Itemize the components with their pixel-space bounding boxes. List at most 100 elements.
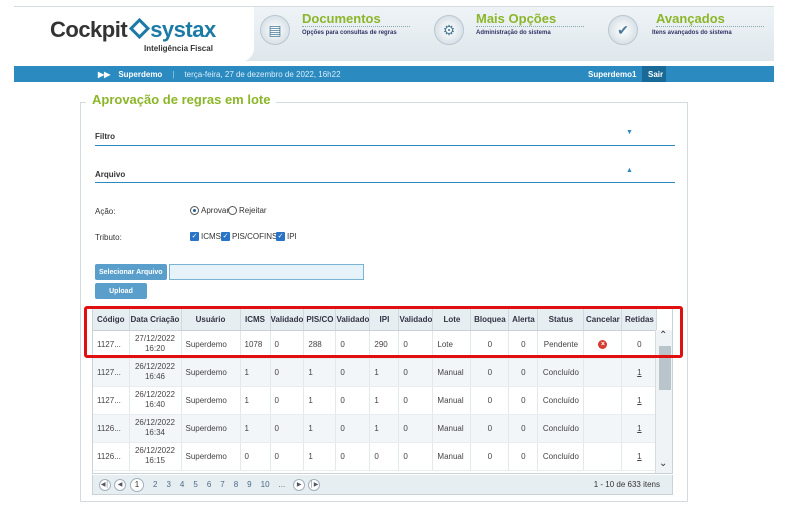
prev-page-icon[interactable]: ◀ — [114, 478, 126, 491]
column-header[interactable]: Cancelar — [583, 309, 623, 331]
cell-lote: Manual — [432, 358, 472, 387]
cell-alerta: 0 — [508, 386, 539, 415]
column-header[interactable]: Validado — [335, 309, 371, 331]
cell-status: Concluído — [537, 358, 585, 387]
gear-icon: ⚙ — [434, 15, 464, 45]
column-header[interactable]: Alerta — [508, 309, 539, 331]
cell-alerta: 0 — [508, 330, 539, 359]
cell-date: 27/12/2022 — [134, 334, 176, 343]
results-grid: Código Data Criação Usuário ICMS Validad… — [92, 308, 673, 474]
user-account[interactable]: Superdemo1 — [588, 70, 636, 79]
first-page-icon[interactable]: ◀│ — [99, 478, 111, 491]
retidas-link[interactable]: 1 — [621, 358, 658, 387]
cancel-icon[interactable]: × — [598, 340, 608, 349]
status-bar: ▶▶ Superdemo | terça-feira, 27 de dezemb… — [14, 66, 774, 82]
cell-icms: 1 — [240, 414, 271, 443]
next-page-icon[interactable]: ▶ — [293, 478, 306, 491]
column-header[interactable]: PIS/CO — [303, 309, 337, 331]
cell-pis: 1 — [303, 442, 337, 471]
section-divider — [95, 145, 675, 146]
table-row[interactable]: 1127... 26/12/2022 16:40 Superdemo 1 0 1 … — [93, 386, 658, 415]
column-header[interactable]: Retidas — [621, 309, 658, 331]
radio-selected-icon[interactable] — [190, 206, 199, 215]
column-header[interactable]: Data Criação — [129, 309, 182, 331]
page-ellipsis[interactable]: ... — [279, 480, 286, 489]
filtro-section-header[interactable]: Filtro — [95, 132, 115, 141]
chevron-up-icon[interactable]: ▲ — [626, 167, 633, 174]
table-row[interactable]: 1126... 26/12/2022 16:15 Superdemo 0 0 1 … — [93, 442, 658, 471]
column-header[interactable]: Bloquea — [470, 309, 510, 331]
page-link[interactable]: 8 — [234, 480, 238, 489]
arquivo-section-header[interactable]: Arquivo — [95, 170, 125, 179]
cell-usuario: Superdemo — [181, 330, 241, 359]
page-current[interactable]: 1 — [130, 477, 144, 492]
page-link[interactable]: 3 — [166, 480, 170, 489]
radio-rejeitar[interactable]: Rejeitar — [228, 206, 267, 215]
radio-unselected-icon[interactable] — [228, 206, 237, 215]
cell-alerta: 0 — [508, 442, 539, 471]
checkbox-icms[interactable]: ✓ ICMS — [190, 232, 221, 241]
page-link[interactable]: 7 — [220, 480, 224, 489]
cell-icms: 1 — [240, 386, 271, 415]
cell-validado: 0 — [398, 386, 434, 415]
column-header[interactable]: ICMS — [240, 309, 271, 331]
page-link[interactable]: 2 — [153, 480, 157, 489]
page-link[interactable]: 6 — [207, 480, 211, 489]
column-header[interactable]: Status — [537, 309, 585, 331]
column-header[interactable]: Validado — [398, 309, 434, 331]
checkbox-checked-icon[interactable]: ✓ — [190, 232, 199, 241]
checkbox-checked-icon[interactable]: ✓ — [276, 232, 285, 241]
page-link[interactable]: 4 — [180, 480, 184, 489]
cell-time: 16:15 — [144, 456, 166, 465]
retidas-link[interactable]: 1 — [621, 414, 658, 443]
cell-status: Concluído — [537, 414, 585, 443]
column-header[interactable]: Lote — [432, 309, 472, 331]
table-row[interactable]: 1126... 26/12/2022 16:34 Superdemo 1 0 1 … — [93, 414, 658, 443]
column-header[interactable]: IPI — [369, 309, 400, 331]
logo[interactable]: Cockpit systax Inteligência Fiscal — [14, 7, 254, 62]
cell-date: 26/12/2022 — [134, 362, 176, 371]
retidas-link[interactable]: 1 — [621, 442, 658, 471]
cell-ipi: 1 — [369, 358, 400, 387]
page-link[interactable]: 10 — [261, 480, 270, 489]
cell-icms: 1078 — [240, 330, 271, 359]
current-user[interactable]: Superdemo — [118, 70, 162, 79]
column-header[interactable]: Código — [93, 309, 130, 331]
table-row[interactable]: 1127... 27/12/2022 16:20 Superdemo 1078 0… — [93, 330, 658, 359]
cell-validado: 0 — [270, 414, 305, 443]
chevron-down-icon[interactable]: ⌄ — [659, 458, 667, 469]
checkbox-label: ICMS — [201, 232, 221, 241]
cell-codigo: 1126... — [93, 414, 130, 443]
nav-avancados[interactable]: ✔ Avançados Itens avançados do sistema — [608, 11, 768, 57]
cell-cancelar: × — [583, 330, 623, 359]
app-header: Cockpit systax Inteligência Fiscal ▤ Docu… — [14, 6, 774, 62]
nav-documentos[interactable]: ▤ Documentos Opções para consultas de re… — [260, 11, 410, 57]
cell-codigo: 1126... — [93, 442, 130, 471]
checkbox-ipi[interactable]: ✓ IPI — [276, 232, 297, 241]
cell-icms: 1 — [240, 358, 271, 387]
table-row[interactable]: 1127... 26/12/2022 16:46 Superdemo 1 0 1 … — [93, 358, 658, 387]
cell-ipi: 1 — [369, 386, 400, 415]
file-path-input[interactable] — [169, 264, 364, 280]
column-header[interactable]: Usuário — [181, 309, 241, 331]
page-link[interactable]: 9 — [247, 480, 251, 489]
cell-bloqueado: 0 — [470, 358, 510, 387]
last-page-icon[interactable]: │▶ — [308, 478, 321, 491]
retidas-link[interactable]: 1 — [621, 386, 658, 415]
nav-mais-opcoes[interactable]: ⚙ Mais Opções Administração do sistema — [434, 11, 584, 57]
scrollbar-thumb[interactable] — [659, 346, 671, 390]
select-file-button[interactable]: Selecionar Arquivo — [95, 264, 167, 280]
radio-aprovar[interactable]: Aprovar — [190, 206, 229, 215]
cell-bloqueado: 0 — [470, 330, 510, 359]
chevron-down-icon[interactable]: ▼ — [626, 129, 633, 136]
vertical-scrollbar[interactable]: ⌃ ⌄ — [655, 330, 672, 473]
checkbox-checked-icon[interactable]: ✓ — [221, 232, 230, 241]
upload-button[interactable]: Upload — [95, 283, 147, 299]
cell-pis: 288 — [303, 330, 337, 359]
chevron-up-icon[interactable]: ⌃ — [659, 330, 667, 341]
column-header[interactable]: Validado — [270, 309, 305, 331]
checkbox-pis-cofins[interactable]: ✓ PIS/COFINS — [221, 232, 277, 241]
cell-bloqueado: 0 — [470, 442, 510, 471]
radio-label: Aprovar — [201, 206, 230, 215]
page-link[interactable]: 5 — [193, 480, 197, 489]
